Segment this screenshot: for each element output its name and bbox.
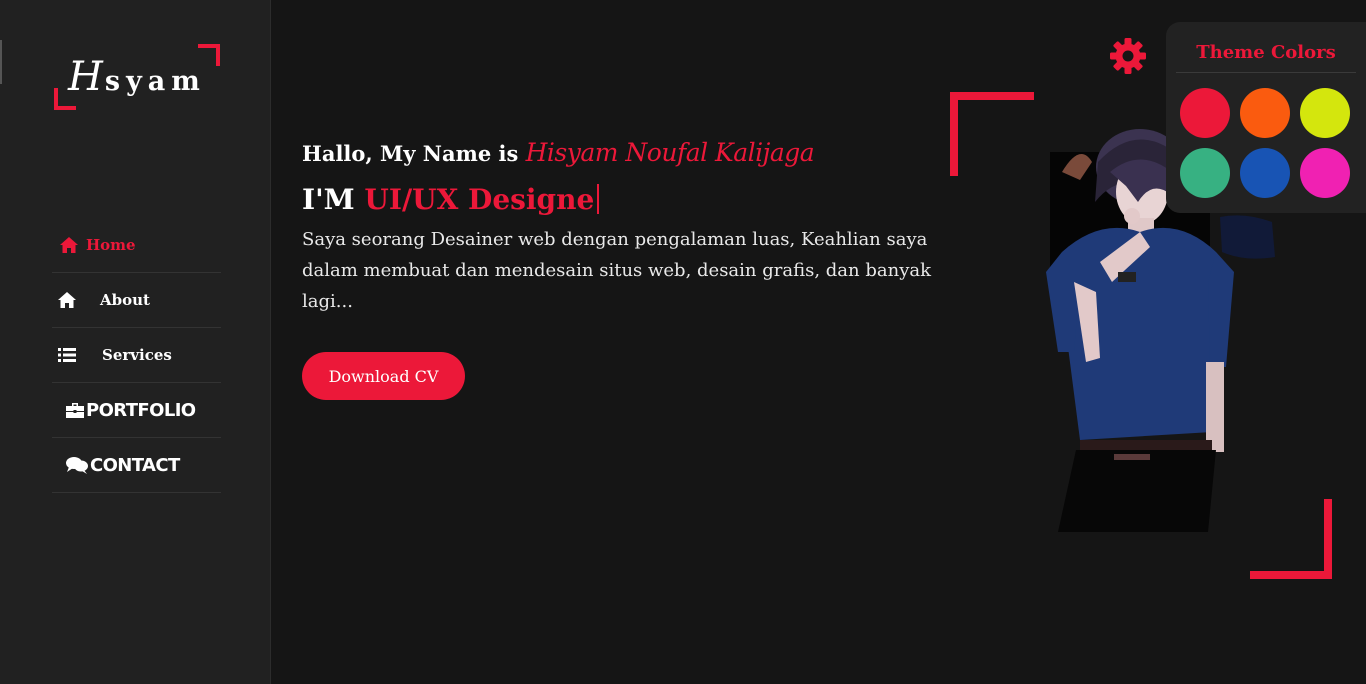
comments-icon xyxy=(66,456,88,474)
hero-role: I'M UI/UX Designe xyxy=(302,183,600,216)
color-swatch-pink[interactable] xyxy=(1300,148,1350,198)
logo-rest: syam xyxy=(104,66,206,97)
color-swatch-blue[interactable] xyxy=(1240,148,1290,198)
logo-initial: H xyxy=(68,54,105,100)
theme-panel-divider xyxy=(1176,72,1356,73)
typing-cursor xyxy=(597,184,600,214)
scrollbar-handle[interactable] xyxy=(0,40,2,84)
nav-item-label: PORTFOLIO xyxy=(86,399,196,421)
frame-corner-top-left xyxy=(950,92,1034,176)
nav-item-label: Services xyxy=(102,346,172,364)
logo-text: Hsyam xyxy=(68,54,206,100)
settings-gear-icon[interactable] xyxy=(1109,37,1147,75)
sidebar: Hsyam Home About Services PORTFOLIO CONT… xyxy=(0,0,271,684)
color-swatch-yellow[interactable] xyxy=(1300,88,1350,138)
hero-name: Hisyam Noufal Kalijaga xyxy=(525,138,815,167)
color-swatch-orange[interactable] xyxy=(1240,88,1290,138)
greeting-text: Hallo, My Name is xyxy=(302,141,519,166)
color-swatch-green[interactable] xyxy=(1180,148,1230,198)
nav-item-about[interactable]: About xyxy=(52,273,221,328)
list-icon xyxy=(52,348,82,362)
role-prefix: I'M xyxy=(302,183,355,216)
home-icon xyxy=(52,291,82,309)
nav-item-label: CONTACT xyxy=(90,454,180,476)
theme-colors-panel: Theme Colors xyxy=(1166,22,1366,213)
logo[interactable]: Hsyam xyxy=(54,44,220,110)
briefcase-icon xyxy=(66,402,84,418)
theme-panel-title: Theme Colors xyxy=(1196,42,1336,63)
nav-item-label: Home xyxy=(86,236,136,254)
hero-greeting: Hallo, My Name is Hisyam Noufal Kalijaga xyxy=(302,138,815,167)
hero-description: Saya seorang Desainer web dengan pengala… xyxy=(302,229,932,312)
nav-item-services[interactable]: Services xyxy=(52,328,221,383)
color-swatch-red[interactable] xyxy=(1180,88,1230,138)
nav-item-home[interactable]: Home xyxy=(52,218,221,273)
main-nav: Home About Services PORTFOLIO CONTACT xyxy=(52,218,221,493)
home-icon xyxy=(52,236,86,254)
download-cv-button[interactable]: Download CV xyxy=(302,352,465,400)
nav-item-label: About xyxy=(100,291,150,309)
nav-item-portfolio[interactable]: PORTFOLIO xyxy=(52,383,221,438)
typed-role: UI/UX Designe xyxy=(364,183,595,216)
nav-item-contact[interactable]: CONTACT xyxy=(52,438,221,493)
